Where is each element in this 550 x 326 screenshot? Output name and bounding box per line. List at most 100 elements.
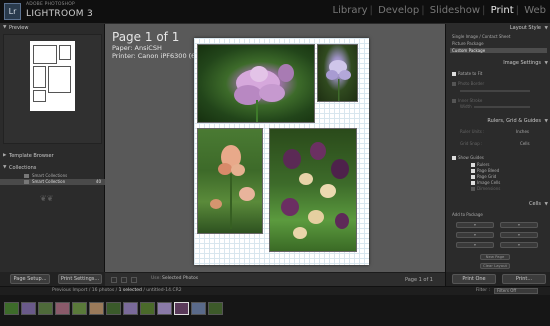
- guide-page-bleed-checkbox[interactable]: Page Bleed: [471, 168, 499, 173]
- template-browser-header[interactable]: ▶ Template Browser: [0, 152, 105, 160]
- rotate-to-fit-checkbox[interactable]: Rotate to Fit: [452, 71, 482, 76]
- photo-border-width-slider[interactable]: [460, 90, 530, 92]
- source-label: Previous Import / 16 photos /: [52, 288, 118, 293]
- stroke-width-slider[interactable]: [474, 106, 530, 108]
- image-cell[interactable]: [197, 44, 315, 123]
- use-selector[interactable]: Selected Photos: [162, 276, 198, 281]
- filmstrip-thumbnail[interactable]: [191, 302, 206, 315]
- left-panel-footer: Page Setup... Print Settings...: [0, 272, 105, 286]
- rulers-grid-guides-header[interactable]: Rulers, Grid & Guides ▼: [446, 117, 550, 126]
- collection-set-icon: [24, 174, 29, 178]
- cells-header[interactable]: Cells ▼: [446, 200, 550, 209]
- new-page-button[interactable]: New Page: [480, 254, 510, 260]
- image-cell[interactable]: [197, 128, 263, 234]
- first-page-icon[interactable]: [111, 277, 117, 283]
- filmstrip-thumbnail[interactable]: [4, 302, 19, 315]
- collapse-triangle-icon: ▼: [544, 26, 548, 31]
- photo-border-checkbox[interactable]: Photo Border: [452, 81, 484, 86]
- inner-stroke-checkbox[interactable]: Inner Stroke: [452, 98, 482, 103]
- checkbox-unchecked-icon: [471, 187, 475, 191]
- selected-count: 1 selected: [118, 288, 142, 293]
- module-slideshow[interactable]: Slideshow: [430, 5, 480, 16]
- image-cell[interactable]: [317, 44, 358, 102]
- preview-label: Preview: [9, 25, 29, 31]
- layout-option-single[interactable]: Single Image / Contact Sheet: [452, 34, 510, 39]
- cell-size-button[interactable]: ▾: [456, 232, 494, 238]
- module-develop[interactable]: Develop: [378, 5, 419, 16]
- filmstrip-thumbnail[interactable]: [106, 302, 121, 315]
- filmstrip-thumbnail[interactable]: [157, 302, 172, 315]
- ruler-units-select[interactable]: Inches: [516, 129, 529, 134]
- print-button[interactable]: Print...: [502, 274, 546, 284]
- filmstrip-source[interactable]: Previous Import / 16 photos / 1 selected…: [52, 288, 182, 293]
- layout-style-header[interactable]: Layout Style ▼: [446, 24, 550, 33]
- filmstrip-thumbnail[interactable]: [89, 302, 104, 315]
- previous-page-icon[interactable]: [121, 277, 127, 283]
- filmstrip-thumbnail[interactable]: [72, 302, 87, 315]
- filter-select[interactable]: Filters Off: [494, 288, 538, 294]
- filmstrip-thumbnail[interactable]: [123, 302, 138, 315]
- module-web[interactable]: Web: [524, 5, 546, 16]
- image-settings-header[interactable]: Image Settings ▼: [446, 59, 550, 68]
- grid-snap-label: Grid Snap :: [460, 141, 483, 146]
- add-to-package-label: Add to Package: [452, 212, 483, 217]
- collapse-triangle-icon: ▼: [544, 119, 548, 124]
- filmstrip-thumbnail[interactable]: [38, 302, 53, 315]
- grid-snap-select[interactable]: Cells: [520, 141, 530, 146]
- layout-option-picture-package[interactable]: Picture Package: [452, 41, 484, 46]
- print-settings-button[interactable]: Print Settings...: [58, 274, 102, 284]
- right-panel: Layout Style ▼ Single Image / Contact Sh…: [445, 24, 550, 286]
- cell-size-button[interactable]: ▾: [500, 222, 538, 228]
- guide-label: Dimensions: [477, 186, 501, 191]
- image-settings-label: Image Settings: [503, 60, 541, 66]
- module-library[interactable]: Library: [333, 5, 368, 16]
- image-cell[interactable]: [269, 128, 357, 252]
- next-page-icon[interactable]: [131, 277, 137, 283]
- checkbox-unchecked-icon: [452, 99, 456, 103]
- show-guides-label: Show Guides: [458, 155, 484, 160]
- photo-border-label: Photo Border: [458, 81, 485, 86]
- filmstrip-thumbnail[interactable]: [208, 302, 223, 315]
- clear-layout-button[interactable]: Clear Layout: [480, 263, 510, 269]
- filmstrip-thumbnail[interactable]: [140, 302, 155, 315]
- guide-page-grid-checkbox[interactable]: Page Grid: [471, 174, 496, 179]
- cell-size-button[interactable]: ▾: [500, 232, 538, 238]
- show-guides-checkbox[interactable]: Show Guides: [452, 155, 484, 160]
- collections-header[interactable]: ▼ Collections: [0, 164, 105, 172]
- page-setup-button[interactable]: Page Setup...: [10, 274, 50, 284]
- guide-label: Image Cells: [477, 180, 501, 185]
- checkbox-checked-icon: [471, 181, 475, 185]
- module-print[interactable]: Print: [491, 5, 514, 16]
- canvas-toolbar: Use: Selected Photos Page 1 of 1: [105, 272, 445, 286]
- collections-label: Collections: [9, 165, 37, 171]
- filmstrip-thumbnail[interactable]: [55, 302, 70, 315]
- guide-rulers-checkbox[interactable]: Rulers: [471, 162, 489, 167]
- print-one-button[interactable]: Print One: [452, 274, 496, 284]
- left-panel: ▼ Preview ▶ Template Browser ▼ Collectio…: [0, 24, 105, 286]
- collection-item[interactable]: Smart Collection 40: [0, 179, 105, 185]
- right-panel-footer: Print One Print...: [446, 272, 550, 286]
- layout-option-custom-package[interactable]: Custom Package: [450, 48, 547, 53]
- filmstrip-bar: 12▦◂▸ Previous Import / 16 photos / 1 se…: [0, 286, 550, 305]
- cell-size-button[interactable]: ▾: [500, 242, 538, 248]
- title-bar: Lr ADOBE PHOTOSHOP LIGHTROOM 3 Library | …: [0, 0, 550, 24]
- collection-count: 40: [95, 179, 101, 184]
- guide-image-cells-checkbox[interactable]: Image Cells: [471, 180, 500, 185]
- stroke-width-label: Width: [460, 104, 472, 109]
- filter-label: Filter :: [475, 288, 490, 293]
- checkbox-unchecked-icon: [452, 82, 456, 86]
- inner-stroke-label: Inner Stroke: [458, 98, 483, 103]
- template-browser-label: Template Browser: [9, 153, 54, 159]
- guide-dimensions-checkbox[interactable]: Dimensions: [471, 186, 500, 191]
- filmstrip-thumbnail-selected[interactable]: [174, 302, 189, 315]
- checkbox-checked-icon: [452, 156, 456, 160]
- preview-header[interactable]: ▼ Preview: [0, 24, 104, 32]
- guide-label: Page Bleed: [477, 168, 500, 173]
- cell-size-button[interactable]: ▾: [456, 222, 494, 228]
- iris-photo-icon: [210, 145, 255, 229]
- filmstrip-thumbnail[interactable]: [21, 302, 36, 315]
- guide-label: Rulers: [477, 162, 490, 167]
- smart-collection-icon: [24, 180, 29, 184]
- print-page: [194, 38, 369, 265]
- cell-size-button[interactable]: ▾: [456, 242, 494, 248]
